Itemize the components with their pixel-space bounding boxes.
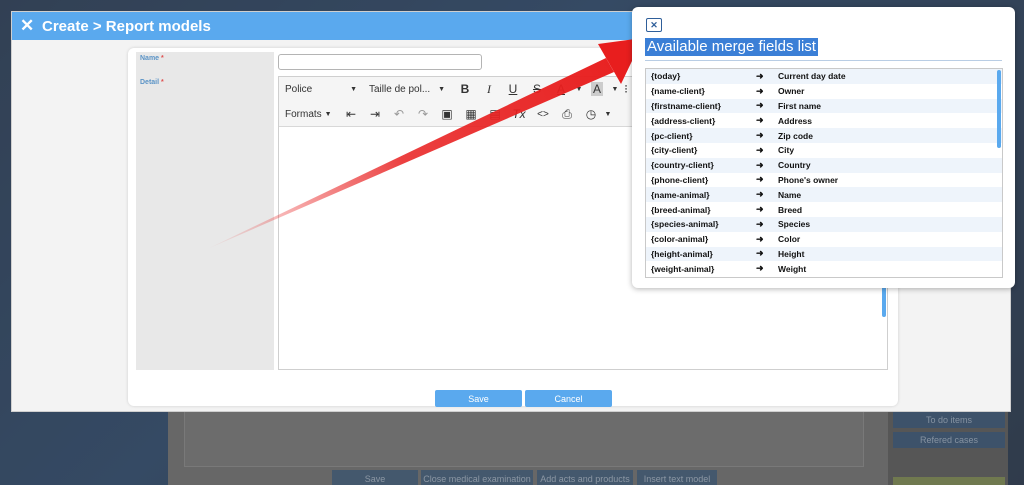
merge-field-description: Name xyxy=(778,189,802,200)
source-code-icon[interactable]: <> xyxy=(531,102,555,126)
arrow-right-icon: ➜ xyxy=(756,100,764,111)
italic-icon[interactable]: I xyxy=(477,77,501,101)
outdent-icon[interactable]: ⇤ xyxy=(339,102,363,126)
arrow-right-icon: ➜ xyxy=(756,85,764,96)
merge-field-description: Address xyxy=(778,115,813,126)
merge-field-code: {weight-animal} xyxy=(651,263,715,274)
list-item[interactable]: {name-client} ➜ Owner xyxy=(646,84,1002,99)
list-item[interactable]: {phone-client} ➜ Phone's owner xyxy=(646,173,1002,188)
merge-field-code: {species-animal} xyxy=(651,219,719,230)
formats-select[interactable]: Formats ▼ xyxy=(279,102,339,126)
merge-field-description: Color xyxy=(778,234,801,245)
arrow-right-icon: ➜ xyxy=(756,204,764,215)
strikethrough-icon[interactable]: S xyxy=(525,77,549,101)
merge-field-description: Zip code xyxy=(778,130,813,141)
merge-field-code: {address-client} xyxy=(651,115,716,126)
image-icon[interactable]: ▣ xyxy=(435,102,459,126)
merge-field-code: {height-animal} xyxy=(651,248,713,259)
list-item[interactable]: {today} ➜ Current day date xyxy=(646,69,1002,84)
underline-icon[interactable]: U xyxy=(501,77,525,101)
arrow-right-icon: ➜ xyxy=(756,159,764,170)
merge-field-description: Weight xyxy=(778,263,807,274)
font-family-select[interactable]: Police ▼ xyxy=(279,77,363,101)
detail-label: Detail * xyxy=(140,79,164,86)
arrow-right-icon: ➜ xyxy=(756,233,764,244)
label-column: Name * Detail * xyxy=(136,52,274,370)
list-item[interactable]: {country-client} ➜ Country xyxy=(646,157,1002,173)
paste-icon[interactable]: ▤ xyxy=(483,102,507,126)
merge-field-description: Species xyxy=(778,219,811,230)
name-label: Name * xyxy=(140,55,164,62)
list-item[interactable]: {address-client} ➜ Address xyxy=(646,113,1002,128)
arrow-right-icon: ➜ xyxy=(756,248,764,259)
table-icon[interactable]: ▦ xyxy=(459,102,483,126)
merge-field-description: Height xyxy=(778,248,805,259)
merge-field-description: City xyxy=(778,145,795,156)
text-color-caret-icon[interactable]: ▼ xyxy=(573,77,585,101)
list-item[interactable]: {height-animal} ➜ Height xyxy=(646,246,1002,262)
redo-icon[interactable]: ↷ xyxy=(411,102,435,126)
merge-field-description: Country xyxy=(778,160,811,171)
merge-field-code: {name-client} xyxy=(651,86,705,97)
list-item[interactable]: {species-animal} ➜ Species xyxy=(646,216,1002,232)
list-item[interactable]: {firstname-client} ➜ First name xyxy=(646,98,1002,114)
clock-caret-icon[interactable]: ▼ xyxy=(603,102,613,126)
list-item[interactable]: {breed-animal} ➜ Breed xyxy=(646,202,1002,217)
background-color-icon[interactable]: A xyxy=(585,77,609,101)
arrow-right-icon: ➜ xyxy=(756,174,764,185)
text-color-icon[interactable]: A xyxy=(549,77,573,101)
list-item[interactable]: {name-animal} ➜ Name xyxy=(646,187,1002,203)
name-input[interactable] xyxy=(278,54,482,70)
arrow-right-icon: ➜ xyxy=(756,189,764,200)
list-item[interactable]: {weight-animal} ➜ Weight xyxy=(646,261,1002,276)
arrow-right-icon: ➜ xyxy=(756,263,764,274)
background-color-caret-icon[interactable]: ▼ xyxy=(609,77,621,101)
arrow-right-icon: ➜ xyxy=(756,130,764,141)
undo-icon[interactable]: ↶ xyxy=(387,102,411,126)
list-item[interactable]: {pc-client} ➜ Zip code xyxy=(646,128,1002,143)
arrow-right-icon: ➜ xyxy=(756,115,764,126)
list-icon[interactable]: ⁝ xyxy=(621,77,631,101)
merge-field-code: {pc-client} xyxy=(651,130,693,141)
list-item[interactable]: {city-client} ➜ City xyxy=(646,143,1002,158)
merge-field-code: {breed-animal} xyxy=(651,204,711,215)
print-icon[interactable]: ⎙ xyxy=(555,102,579,126)
list-scrollbar[interactable] xyxy=(997,70,1001,148)
merge-fields-list[interactable]: {today} ➜ Current day date {name-client} ➜ Ow… xyxy=(645,68,1003,278)
merge-field-code: {city-client} xyxy=(651,145,698,156)
merge-field-code: {firstname-client} xyxy=(651,100,721,111)
font-size-select[interactable]: Taille de pol... ▼ xyxy=(363,77,453,101)
merge-field-code: {name-animal} xyxy=(651,189,710,200)
arrow-right-icon: ➜ xyxy=(756,218,764,229)
close-icon: ✕ xyxy=(650,19,658,30)
popup-close-button[interactable]: ✕ xyxy=(646,18,662,32)
clear-format-icon[interactable]: Tx xyxy=(507,102,531,126)
indent-icon[interactable]: ⇥ xyxy=(363,102,387,126)
arrow-right-icon: ➜ xyxy=(756,70,764,81)
cancel-button[interactable]: Cancel xyxy=(525,390,612,407)
arrow-right-icon: ➜ xyxy=(756,144,764,155)
merge-field-code: {phone-client} xyxy=(651,174,709,185)
merge-field-description: First name xyxy=(778,100,821,111)
close-icon[interactable]: ✕ xyxy=(20,16,42,36)
list-item[interactable]: {color-animal} ➜ Color xyxy=(646,232,1002,247)
merge-field-code: {today} xyxy=(651,71,681,82)
popup-title: Available merge fields list xyxy=(645,38,818,56)
clock-icon[interactable]: ◷ xyxy=(579,102,603,126)
save-button[interactable]: Save xyxy=(435,390,522,407)
merge-field-description: Current day date xyxy=(778,71,846,82)
merge-field-description: Phone's owner xyxy=(778,174,839,185)
merge-field-description: Owner xyxy=(778,86,805,97)
merge-field-code: {color-animal} xyxy=(651,234,709,245)
merge-field-code: {country-client} xyxy=(651,160,714,171)
merge-field-description: Breed xyxy=(778,204,803,215)
dialog-title: Create > Report models xyxy=(42,17,211,35)
merge-fields-popup: ✕ Available merge fields list {today} ➜ Cu… xyxy=(632,7,1015,288)
bold-icon[interactable]: B xyxy=(453,77,477,101)
popup-divider xyxy=(645,60,1002,61)
